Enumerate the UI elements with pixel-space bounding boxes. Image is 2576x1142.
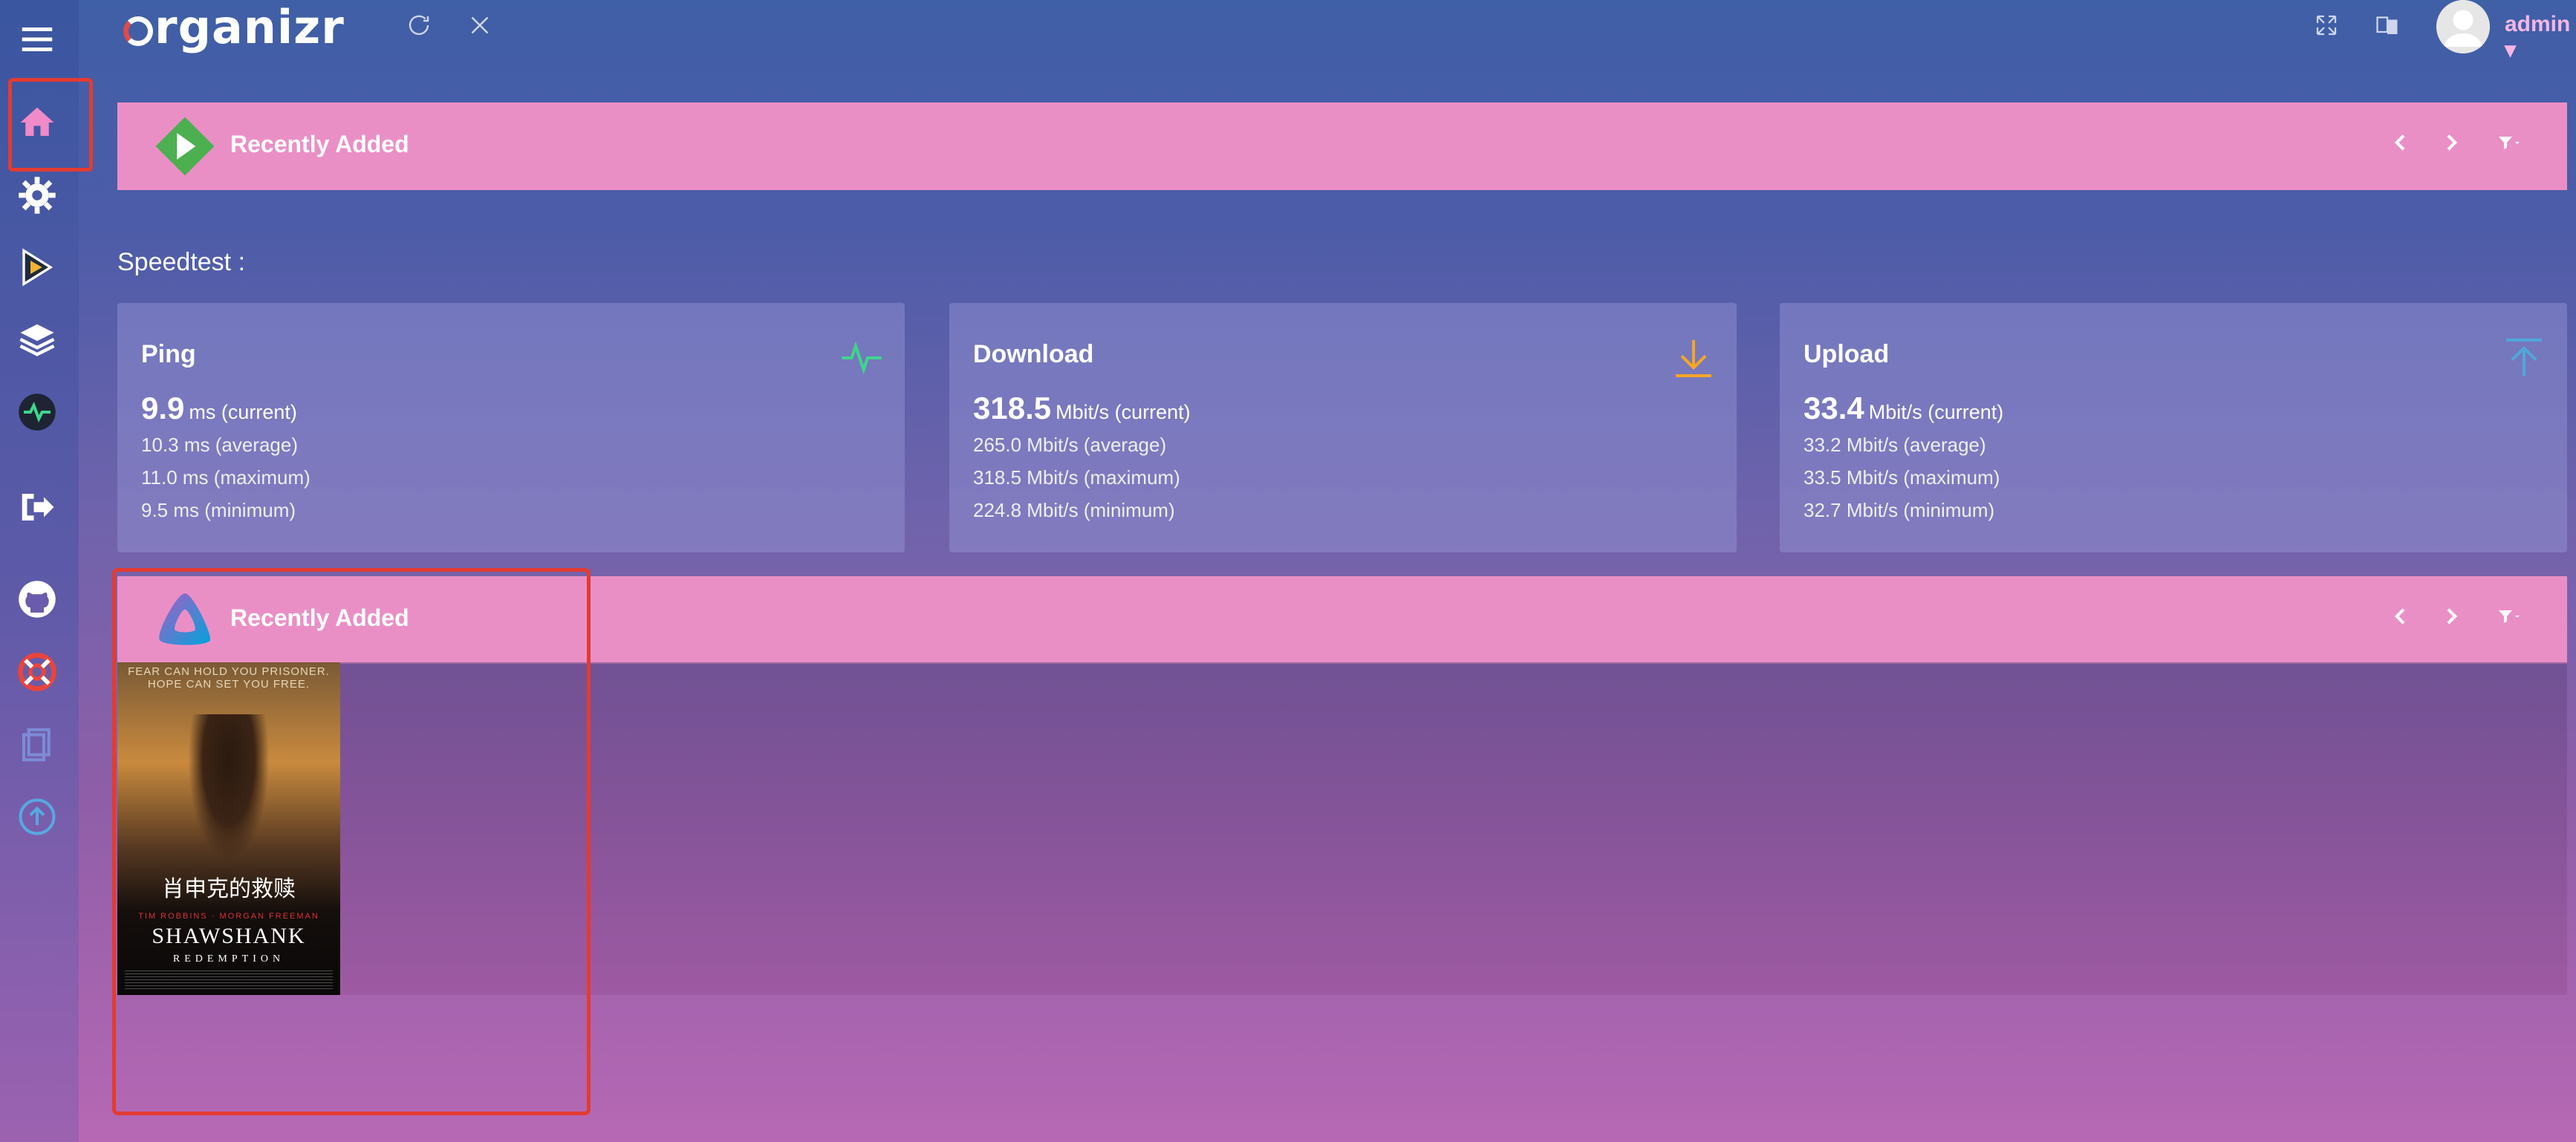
fullscreen-icon[interactable] <box>2309 7 2344 43</box>
minimum-value: 224.8 Mbit/s (minimum) <box>973 499 1175 521</box>
average-value: 265.0 Mbit/s (average) <box>973 434 1167 456</box>
pulse-icon <box>838 334 885 382</box>
user-name[interactable]: admin ▾ <box>2505 12 2576 63</box>
speedtest-icon[interactable] <box>11 386 63 438</box>
logo-o-icon <box>123 16 153 46</box>
average-value: 10.3 ms (average) <box>141 434 298 456</box>
github-icon[interactable] <box>11 573 63 625</box>
refresh-icon[interactable] <box>401 7 437 43</box>
sidebar <box>0 0 93 1142</box>
update-icon[interactable] <box>11 791 63 843</box>
average-value: 33.2 Mbit/s (average) <box>1803 434 1986 456</box>
speedtest-label: Speedtest : <box>117 248 246 276</box>
layers-icon[interactable] <box>11 313 63 365</box>
language-icon[interactable] <box>2370 7 2405 43</box>
filter-dropdown-icon[interactable] <box>2487 126 2531 159</box>
menu-icon[interactable] <box>11 13 63 65</box>
minimum-value: 32.7 Mbit/s (minimum) <box>1803 499 1995 521</box>
current-value: 9.9 ms (current) <box>141 391 297 425</box>
ping-card: Ping 9.9 ms (current) 10.3 ms (average) 1… <box>117 303 905 552</box>
next-icon[interactable] <box>2435 126 2468 159</box>
next-icon[interactable] <box>2435 600 2468 633</box>
plex-recently-added-header: Recently Added <box>117 102 2567 190</box>
previous-icon[interactable] <box>2384 600 2417 633</box>
previous-icon[interactable] <box>2384 126 2417 159</box>
panel-title: Recently Added <box>230 131 409 157</box>
card-title: Upload <box>1803 340 1890 368</box>
organizr-logo[interactable]: rganizr <box>123 0 345 56</box>
close-icon[interactable] <box>462 7 498 43</box>
plex-logo-icon <box>153 114 217 178</box>
maximum-value: 11.0 ms (maximum) <box>141 466 310 489</box>
upload-card: Upload 33.4 Mbit/s (current) 33.2 Mbit/s … <box>1780 303 2567 552</box>
avatar[interactable] <box>2436 0 2490 53</box>
card-title: Download <box>973 340 1094 368</box>
home-highlight-box <box>8 78 93 172</box>
settings-icon[interactable] <box>11 169 63 221</box>
download-arrow-icon <box>1670 334 1717 382</box>
logout-icon[interactable] <box>11 481 63 533</box>
upload-arrow-icon <box>2500 334 2548 382</box>
filter-dropdown-icon[interactable] <box>2487 600 2531 633</box>
maximum-value: 318.5 Mbit/s (maximum) <box>973 466 1180 489</box>
minimum-value: 9.5 ms (minimum) <box>141 499 296 521</box>
help-icon[interactable] <box>11 646 63 698</box>
current-value: 318.5 Mbit/s (current) <box>973 391 1191 425</box>
current-value: 33.4 Mbit/s (current) <box>1803 391 2004 425</box>
docs-icon[interactable] <box>11 719 63 771</box>
maximum-value: 33.5 Mbit/s (maximum) <box>1803 466 2000 489</box>
card-title: Ping <box>141 340 196 368</box>
plex-icon[interactable] <box>11 241 63 293</box>
selection-highlight-box <box>112 568 591 1115</box>
download-card: Download 318.5 Mbit/s (current) 265.0 Mbi… <box>949 303 1737 552</box>
